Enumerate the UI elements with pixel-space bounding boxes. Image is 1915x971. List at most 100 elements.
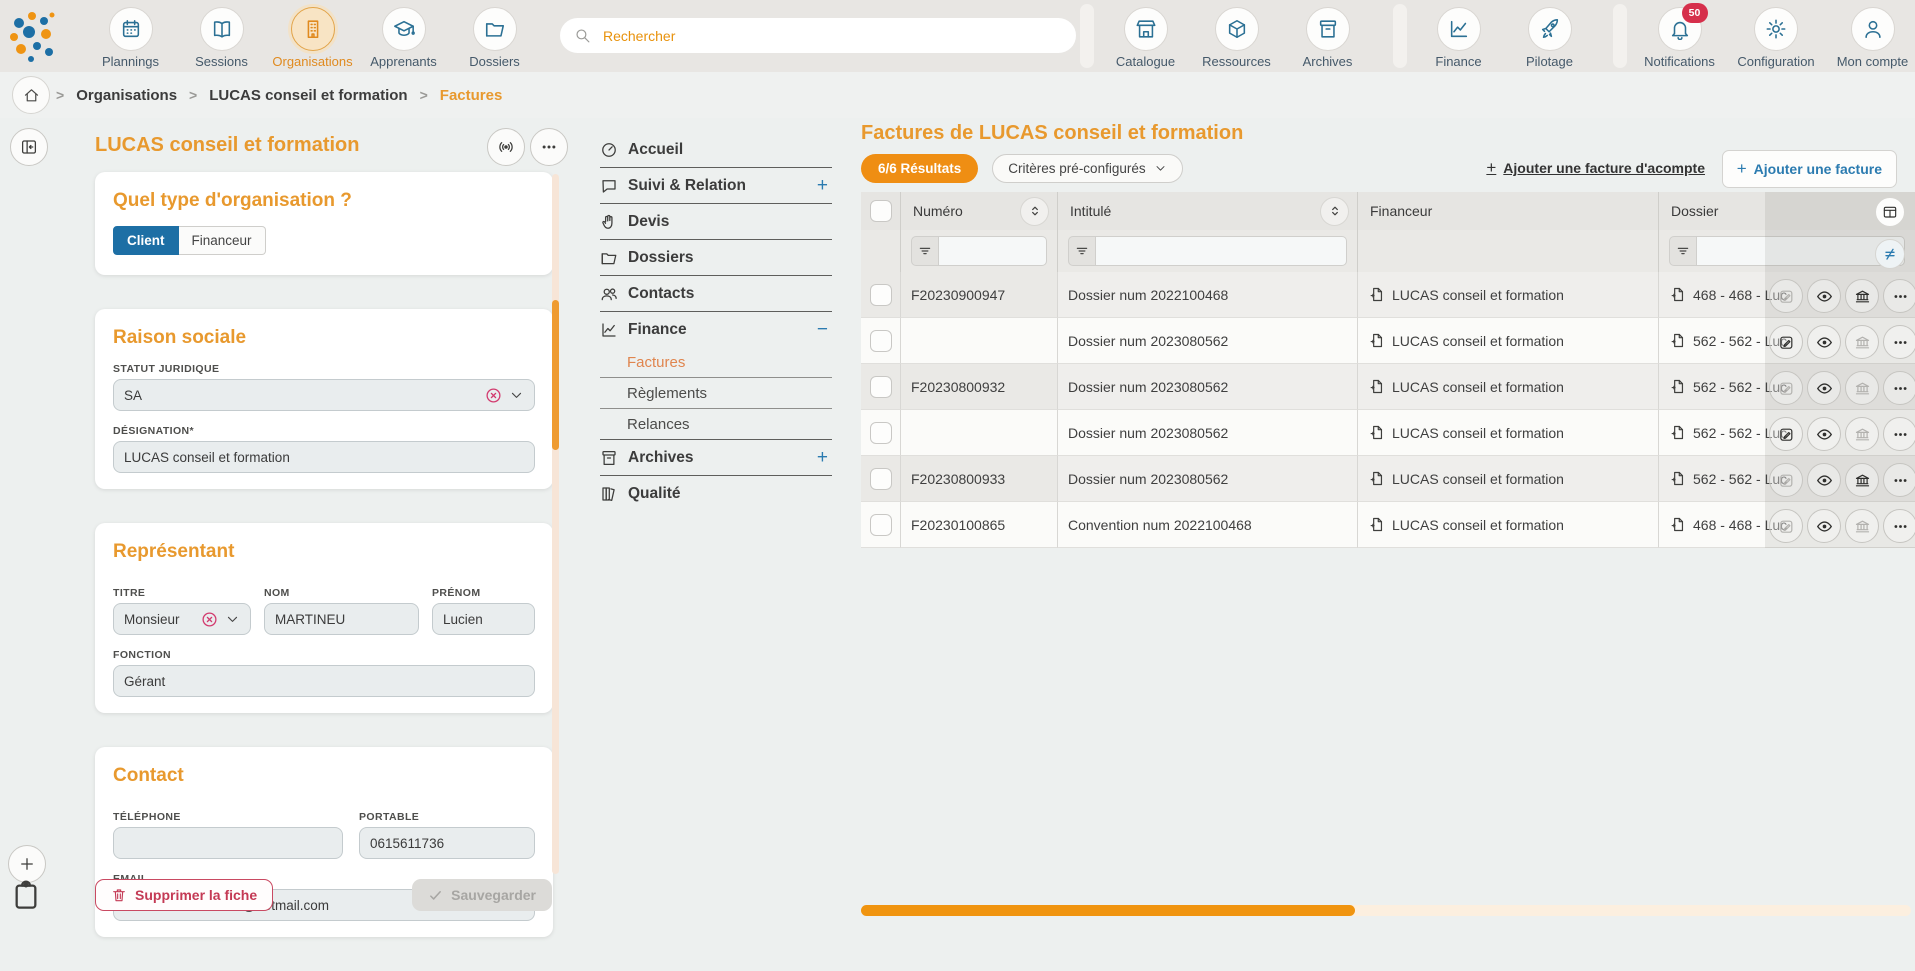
criteria-button[interactable]: Critères pré-configurés [992,154,1182,183]
nav-apprenants[interactable]: Apprenants [358,7,449,69]
filter-icon[interactable] [1669,236,1697,266]
menu-factures[interactable]: Factures [600,347,832,378]
home-button[interactable] [12,76,50,114]
add-facture-button[interactable]: + Ajouter une facture [1722,150,1897,188]
menu-archives[interactable]: Archives + [600,440,832,476]
filter-intitule-input[interactable] [1096,236,1347,266]
app-logo[interactable] [8,8,60,64]
row-checkbox[interactable] [870,284,892,306]
telephone-field[interactable] [113,827,343,859]
sort-numero-button[interactable] [1020,197,1049,226]
nav-mon-compte[interactable]: Mon compte [1825,7,1915,69]
nav-plannings[interactable]: Plannings [85,7,176,69]
column-header-numero[interactable]: Numéro [901,192,1058,230]
menu-contacts[interactable]: Contacts [600,276,832,312]
chart-line-icon [600,321,618,339]
row-more-button[interactable] [1883,417,1915,451]
row-more-button[interactable] [1883,463,1915,497]
filter-icon[interactable] [1068,236,1096,266]
clipboard-icon[interactable] [10,878,42,912]
breadcrumb-factures[interactable]: Factures [440,87,503,104]
bank-button[interactable] [1845,463,1879,497]
more-options-button[interactable] [530,128,568,166]
nav-configuration[interactable]: Configuration [1727,7,1825,69]
view-button[interactable] [1807,371,1841,405]
portable-field[interactable]: 0615611736 [359,827,535,859]
collapse-icon[interactable]: − [817,319,832,341]
view-button[interactable] [1807,325,1841,359]
panel-scrollbar-thumb[interactable] [552,300,559,450]
chat-icon [600,177,618,195]
row-checkbox[interactable] [870,514,892,536]
nav-organisations[interactable]: Organisations [267,7,358,69]
statut-juridique-select[interactable]: SA [113,379,535,411]
edit-button[interactable] [1769,417,1803,451]
titre-select[interactable]: Monsieur [113,603,251,635]
bank-button[interactable] [1845,279,1879,313]
column-settings-button[interactable] [1875,197,1905,227]
toggle-financeur[interactable]: Financeur [179,226,266,255]
table-row[interactable]: F20230100865Convention num 2022100468LUC… [861,502,1915,548]
view-button[interactable] [1807,417,1841,451]
fonction-field[interactable]: Gérant [113,665,535,697]
table-row[interactable]: Dossier num 2023080562LUCAS conseil et f… [861,318,1915,364]
menu-suivi-relation[interactable]: Suivi & Relation + [600,168,832,204]
broadcast-button[interactable] [487,128,525,166]
row-checkbox[interactable] [870,330,892,352]
clear-filters-button[interactable] [1875,239,1905,269]
page-title: Factures de LUCAS conseil et formation [861,122,1243,145]
select-all-checkbox[interactable] [870,200,892,222]
view-button[interactable] [1807,463,1841,497]
filter-lines-icon [1676,244,1690,258]
expand-icon[interactable]: + [817,175,832,197]
table-row[interactable]: F20230800933Dossier num 2023080562LUCAS … [861,456,1915,502]
view-button[interactable] [1807,279,1841,313]
designation-field[interactable]: LUCAS conseil et formation [113,441,535,473]
table-header: Numéro Intitulé Financeur Dossier [861,192,1915,230]
menu-dossiers[interactable]: Dossiers [600,240,832,276]
sort-intitule-button[interactable] [1320,197,1349,226]
menu-qualite[interactable]: Qualité [600,476,832,511]
nav-pilotage[interactable]: Pilotage [1504,7,1595,69]
nav-dossiers[interactable]: Dossiers [449,7,540,69]
menu-finance[interactable]: Finance − [600,312,832,347]
row-more-button[interactable] [1883,279,1915,313]
delete-record-button[interactable]: Supprimer la fiche [95,879,273,911]
filter-numero-input[interactable] [939,236,1047,266]
menu-accueil[interactable]: Accueil [600,132,832,168]
clear-icon[interactable] [201,611,218,628]
clear-icon[interactable] [485,387,502,404]
search-input[interactable] [601,27,1062,45]
row-more-button[interactable] [1883,371,1915,405]
nav-ressources[interactable]: Ressources [1191,7,1282,69]
row-more-button[interactable] [1883,509,1915,543]
breadcrumb-organisations[interactable]: Organisations [76,87,177,104]
table-row[interactable]: F20230900947Dossier num 2022100468LUCAS … [861,272,1915,318]
row-checkbox[interactable] [870,468,892,490]
filter-icon[interactable] [911,236,939,266]
menu-devis[interactable]: Devis [600,204,832,240]
column-header-intitule[interactable]: Intitulé [1058,192,1358,230]
row-checkbox[interactable] [870,376,892,398]
nav-sessions[interactable]: Sessions [176,7,267,69]
toggle-client[interactable]: Client [113,226,179,255]
breadcrumb-organisation-name[interactable]: LUCAS conseil et formation [209,87,407,104]
nom-field[interactable]: MARTINEU [264,603,419,635]
expand-icon[interactable]: + [817,447,832,469]
menu-reglements[interactable]: Règlements [600,378,832,409]
nav-notifications[interactable]: 50 Notifications [1632,7,1727,69]
nav-finance[interactable]: Finance [1413,7,1504,69]
table-row[interactable]: Dossier num 2023080562LUCAS conseil et f… [861,410,1915,456]
collapse-panel-button[interactable] [10,128,48,166]
horizontal-scrollbar-thumb[interactable] [861,905,1355,916]
menu-relances[interactable]: Relances [600,409,832,440]
nav-catalogue[interactable]: Catalogue [1100,7,1191,69]
row-more-button[interactable] [1883,325,1915,359]
edit-button[interactable] [1769,325,1803,359]
nav-archives[interactable]: Archives [1282,7,1373,69]
add-facture-acompte-link[interactable]: + Ajouter une facture d'acompte [1486,158,1705,178]
table-row[interactable]: F20230800932Dossier num 2023080562LUCAS … [861,364,1915,410]
row-checkbox[interactable] [870,422,892,444]
view-button[interactable] [1807,509,1841,543]
prenom-field[interactable]: Lucien [432,603,535,635]
